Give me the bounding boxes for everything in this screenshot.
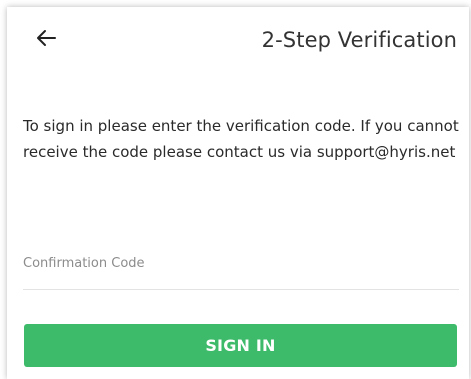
verification-card: 2-Step Verification To sign in please en… [7,7,469,379]
back-button[interactable] [33,26,59,50]
header: 2-Step Verification [7,7,469,69]
sign-in-button[interactable]: SIGN IN [24,324,457,367]
page-title: 2-Step Verification [261,28,457,52]
confirmation-code-input[interactable] [23,243,459,283]
instructions-text: To sign in please enter the verification… [23,117,459,161]
arrow-left-icon [37,30,56,46]
confirmation-code-field [23,243,459,290]
